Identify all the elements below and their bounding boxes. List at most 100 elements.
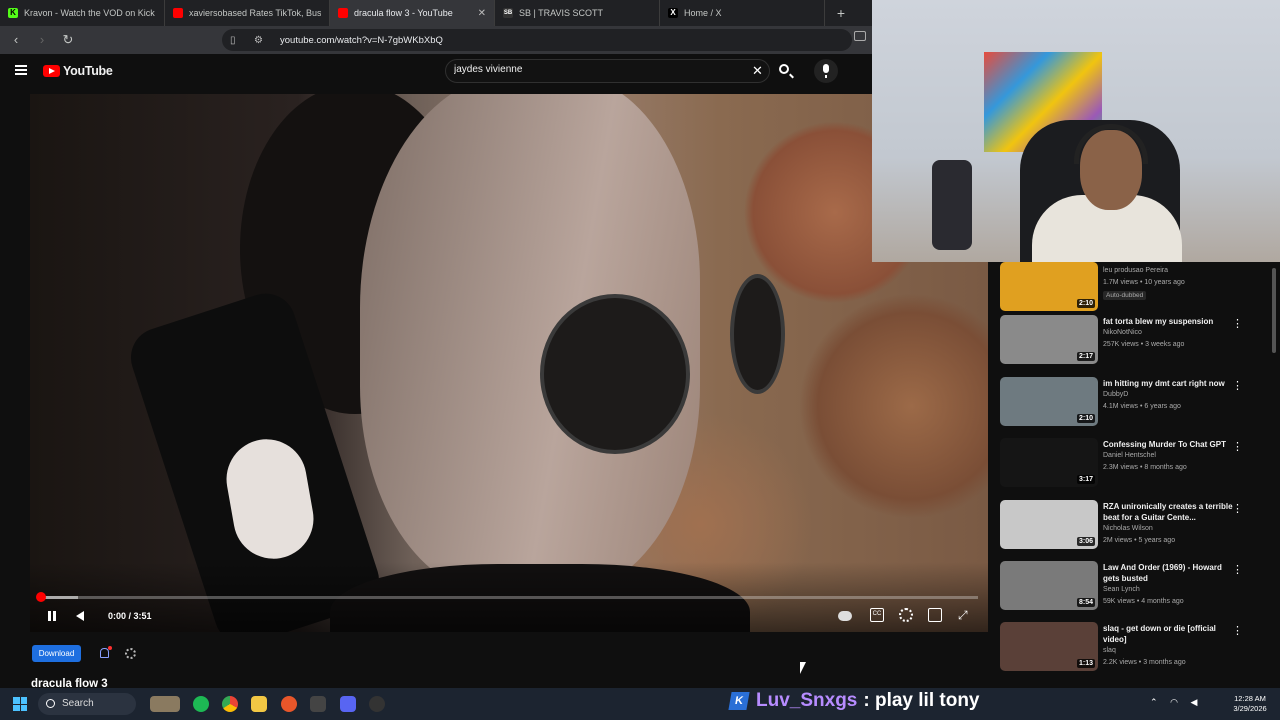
chevron-up-icon[interactable]: ⌃ <box>1150 697 1158 707</box>
tab-home-x[interactable]: X Home / X <box>660 0 825 26</box>
clock-date: 3/29/2026 <box>1233 704 1267 713</box>
volume-icon[interactable] <box>74 608 90 624</box>
search-button[interactable] <box>775 60 797 82</box>
browser-toolbar: ‹ › ↻ ▯ ⚙ youtube.com/watch?v=N-7gbWKbXb… <box>0 26 872 54</box>
taskbar-search[interactable]: Search <box>38 693 136 715</box>
video-meta: 4.1M views • 6 years ago <box>1103 403 1181 410</box>
back-icon[interactable]: ‹ <box>6 30 26 50</box>
close-tab-icon[interactable]: ✕ <box>478 8 486 19</box>
video-player[interactable]: 0:00 / 3:51 CC ⤢ <box>30 94 988 632</box>
video-title-link[interactable]: Law And Order (1969) - Howard gets buste… <box>1103 562 1233 584</box>
tab-travis-scott[interactable]: SB SB | TRAVIS SCOTT <box>495 0 660 26</box>
tab-xaviersobased[interactable]: xaviersobased Rates TikTok, Bushwick <box>165 0 330 26</box>
captions-icon[interactable]: CC <box>870 608 884 622</box>
channel-name[interactable]: Daniel Hentschel <box>1103 452 1156 459</box>
hamburger-menu-icon[interactable] <box>15 65 27 75</box>
voice-search-button[interactable] <box>814 59 838 83</box>
forward-icon[interactable]: › <box>32 30 52 50</box>
speaker-icon[interactable]: ◀ <box>1190 697 1197 707</box>
progress-bar[interactable] <box>40 596 978 599</box>
sidebar-scrollbar[interactable] <box>1270 262 1278 688</box>
channel-name[interactable]: Nicholas Wilson <box>1103 525 1153 532</box>
obs-icon[interactable] <box>369 696 385 712</box>
chrome-icon[interactable] <box>222 696 238 712</box>
fullscreen-icon[interactable]: ⤢ <box>958 608 972 622</box>
duration-badge: 2:10 <box>1076 299 1095 308</box>
recommendation-item[interactable]: 2:10 leu produsao Pereira 1.7M views • 1… <box>990 262 1275 320</box>
video-title-link[interactable]: fat torta blew my suspension <box>1103 316 1233 327</box>
clear-search-icon[interactable]: ✕ <box>752 63 763 79</box>
miniplayer-icon[interactable] <box>928 608 942 622</box>
tab-title: Home / X <box>684 8 722 18</box>
video-thumbnail[interactable]: 2:10 <box>1000 262 1098 311</box>
widget-icon[interactable] <box>150 696 180 712</box>
tab-title: SB | TRAVIS SCOTT <box>519 8 604 18</box>
youtube-logo-text: YouTube <box>63 64 113 78</box>
video-thumbnail[interactable]: 3:17 <box>1000 438 1098 487</box>
video-meta: 2M views • 5 years ago <box>1103 537 1176 544</box>
pause-icon[interactable] <box>45 608 59 624</box>
system-tray[interactable]: ⌃ ◠ ◀ <box>1150 697 1197 708</box>
scrollbar-thumb[interactable] <box>1272 268 1276 353</box>
duration-badge: 1:13 <box>1076 659 1095 668</box>
recommendation-item[interactable]: 2:10 im hitting my dmt cart right now Du… <box>990 377 1275 435</box>
channel-name[interactable]: slaq <box>1103 647 1116 654</box>
scrubber-handle[interactable] <box>36 592 46 602</box>
video-meta: 2.2K views • 3 months ago <box>1103 659 1186 666</box>
video-thumbnail[interactable]: 2:17 <box>1000 315 1098 364</box>
video-thumbnail[interactable]: 8:54 <box>1000 561 1098 610</box>
windows-start-icon[interactable] <box>13 697 27 711</box>
discord-icon[interactable] <box>340 696 356 712</box>
video-thumbnail[interactable]: 3:06 <box>1000 500 1098 549</box>
kick-logo-icon: K <box>728 692 750 710</box>
youtube-logo[interactable]: YouTube <box>43 64 113 78</box>
file-explorer-icon[interactable] <box>251 696 267 712</box>
new-tab-button[interactable]: + <box>829 0 853 26</box>
more-options-icon[interactable] <box>1232 441 1243 453</box>
video-meta: 2.3M views • 8 months ago <box>1103 464 1187 471</box>
address-bar[interactable]: ▯ ⚙ youtube.com/watch?v=N-7gbWKbXbQ <box>222 29 852 51</box>
webcam-overlay <box>872 0 1280 262</box>
channel-name[interactable]: Sean Lynch <box>1103 586 1140 593</box>
tab-kravon[interactable]: K Kravon - Watch the VOD on Kick <box>0 0 165 26</box>
video-title-link[interactable]: RZA unironically creates a terrible beat… <box>1103 501 1233 523</box>
cast-icon[interactable] <box>854 31 866 41</box>
video-thumbnail[interactable]: 2:10 <box>1000 377 1098 426</box>
more-options-icon[interactable] <box>1232 380 1243 392</box>
taskbar-clock[interactable]: 12:28 AM 3/29/2026 <box>1228 694 1272 714</box>
app-icon[interactable] <box>310 696 326 712</box>
settings-icon[interactable] <box>125 648 136 659</box>
video-title-link[interactable]: im hitting my dmt cart right now <box>1103 378 1233 389</box>
recommendation-item[interactable]: 3:17 Confessing Murder To Chat GPT Danie… <box>990 438 1275 496</box>
video-title-link[interactable]: slaq - get down or die [official video] <box>1103 623 1233 645</box>
channel-name[interactable]: DubbyD <box>1103 391 1128 398</box>
wifi-icon[interactable]: ◠ <box>1170 697 1178 707</box>
recommendation-item[interactable]: 3:06 RZA unironically creates a terrible… <box>990 500 1275 558</box>
search-input[interactable] <box>454 64 734 75</box>
spotify-icon[interactable] <box>193 696 209 712</box>
bell-icon[interactable] <box>100 646 112 658</box>
more-options-icon[interactable] <box>1232 564 1243 576</box>
gear-icon[interactable] <box>899 608 913 622</box>
tab-dracula-flow[interactable]: dracula flow 3 - YouTube ✕ <box>330 0 495 26</box>
video-meta: 59K views • 4 months ago <box>1103 598 1184 605</box>
channel-name[interactable]: NikoNotNico <box>1103 329 1142 336</box>
site-info-icon[interactable]: ⚙ <box>254 35 268 46</box>
screen: { "browser": { "tabs": [ {"label": "Krav… <box>0 0 1280 720</box>
recommendation-item[interactable]: 1:13 slaq - get down or die [official vi… <box>990 622 1275 680</box>
download-button[interactable]: Download <box>32 645 81 662</box>
autoplay-toggle-icon[interactable] <box>838 611 852 621</box>
reload-icon[interactable]: ↻ <box>58 30 78 50</box>
video-title-link[interactable]: Confessing Murder To Chat GPT <box>1103 439 1233 450</box>
sb-icon: SB <box>503 8 513 18</box>
more-options-icon[interactable] <box>1232 503 1243 515</box>
bookmark-icon[interactable]: ▯ <box>230 35 244 46</box>
more-options-icon[interactable] <box>1232 318 1243 330</box>
x-icon: X <box>668 8 678 18</box>
more-options-icon[interactable] <box>1232 625 1243 637</box>
video-thumbnail[interactable]: 1:13 <box>1000 622 1098 671</box>
recommendation-item[interactable]: 8:54 Law And Order (1969) - Howard gets … <box>990 561 1275 619</box>
recommendation-item[interactable]: 2:17 fat torta blew my suspension NikoNo… <box>990 315 1275 373</box>
channel-name[interactable]: leu produsao Pereira <box>1103 267 1168 274</box>
app-icon[interactable] <box>281 696 297 712</box>
